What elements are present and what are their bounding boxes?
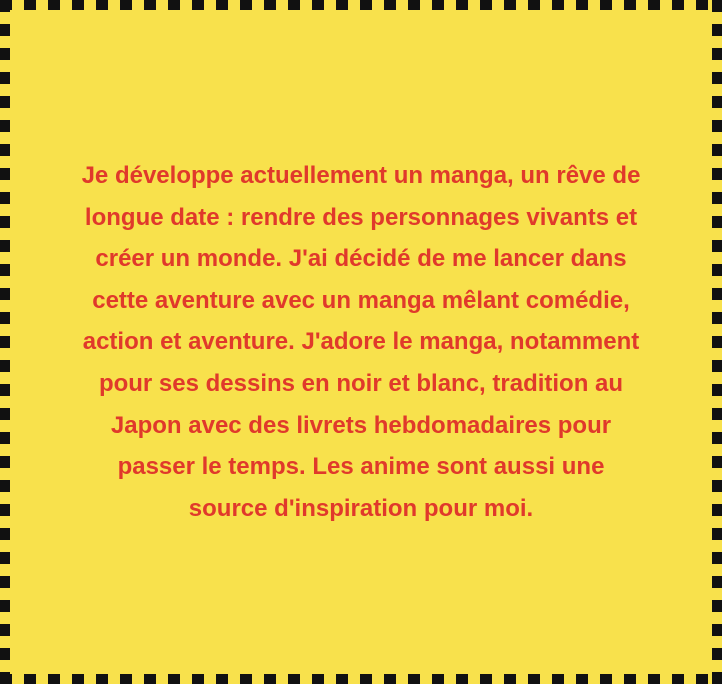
dashed-border-bottom [0,674,722,684]
dashed-border-right [712,0,722,684]
card-text: Je développe actuellement un manga, un r… [40,155,682,529]
dashed-border-top [0,0,722,10]
text-line: action et aventure. J'adore le manga, no… [82,328,640,356]
dashed-border-left [0,0,10,684]
text-line: cette aventure avec un manga mêlant comé… [92,286,630,314]
text-line: pour ses dessins en noir et blanc, tradi… [98,369,624,397]
dashed-card: Je développe actuellement un manga, un r… [0,0,722,684]
text-line: longue date : rendre des personnages viv… [84,203,638,231]
text-line: Je développe actuellement un manga, un r… [81,162,641,189]
text-line: source d'inspiration pour moi. [188,494,534,522]
text-line: passer le temps. Les anime sont aussi un… [117,453,605,481]
text-line: Japon avec des livrets hebdomadaires pou… [110,411,612,439]
text-line: créer un monde. J'ai décidé de me lancer… [95,245,627,273]
